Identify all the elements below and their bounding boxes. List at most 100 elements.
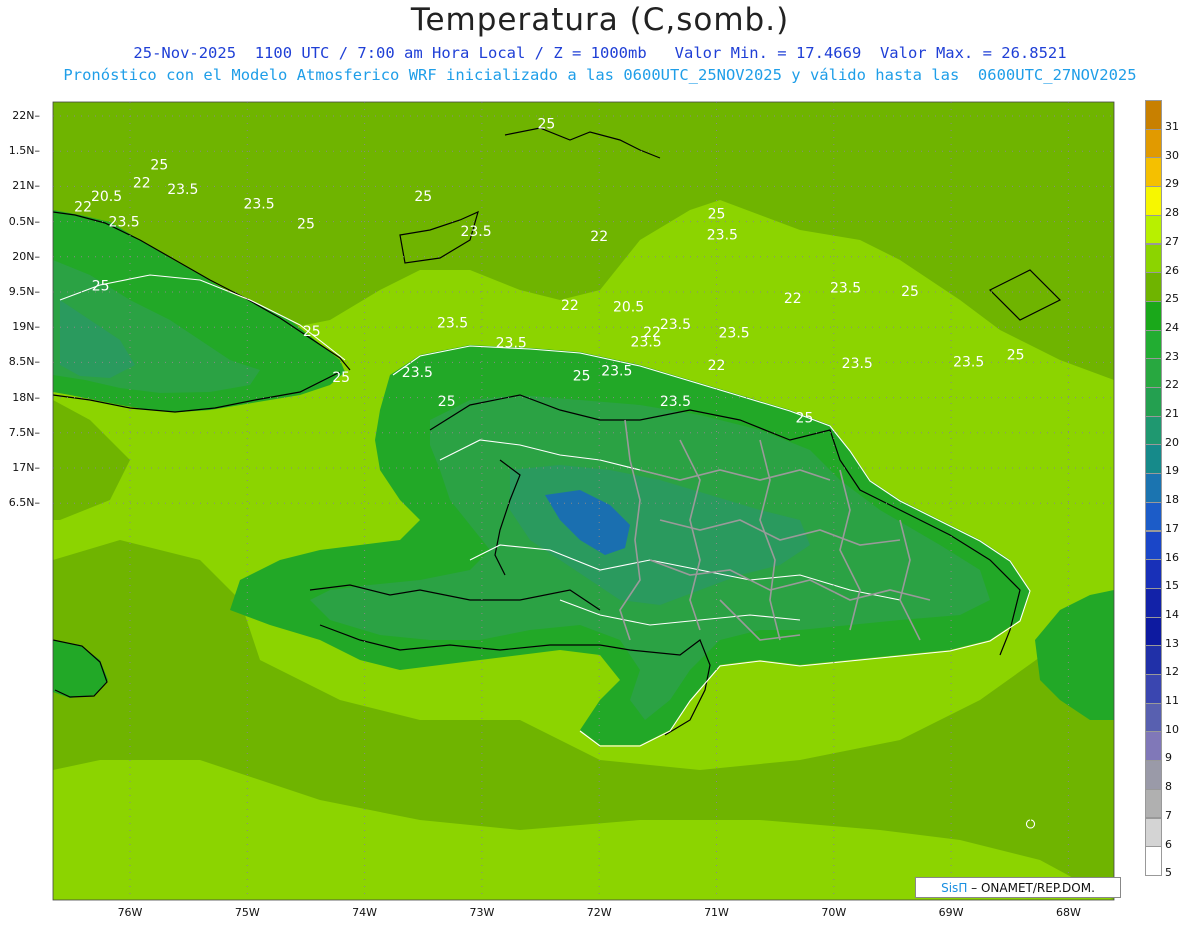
colorbar-swatch xyxy=(1145,186,1162,216)
contour-label: 22 xyxy=(784,291,802,307)
contour-label: 23.5 xyxy=(707,228,738,244)
colorbar-swatch xyxy=(1145,702,1162,733)
contour-label: 25 xyxy=(538,116,556,132)
temperature-map: 252522 23.520.522 23.523.5 25252523.5 22 23.5… xyxy=(52,101,1115,901)
colorbar-swatch xyxy=(1145,473,1162,503)
contour-label: 25 xyxy=(796,411,814,427)
colorbar-label: 30 xyxy=(1165,148,1179,162)
contour-label: 25 xyxy=(708,207,726,223)
colorbar-swatch xyxy=(1145,501,1162,532)
contour-label: 23.5 xyxy=(402,365,433,381)
colorbar-swatch xyxy=(1145,415,1162,446)
contour-label: 23.5 xyxy=(953,354,984,370)
contour-label: 22 xyxy=(561,298,579,314)
credit-brand: SisΠ xyxy=(941,881,968,895)
credit-text: – ONAMET/REP.DOM. xyxy=(971,881,1095,895)
contour-label: 25 xyxy=(1007,347,1025,363)
contour-label: 25 xyxy=(92,278,110,294)
latitude-label: 19N– xyxy=(12,320,40,334)
colorbar-swatch xyxy=(1145,587,1162,618)
colorbar-swatch xyxy=(1145,100,1162,130)
contour-label: 23.5 xyxy=(460,224,491,240)
colorbar-label: 12 xyxy=(1165,665,1179,679)
colorbar-swatch xyxy=(1145,214,1162,245)
longitude-label: 73W xyxy=(469,906,495,919)
colorbar-label: 11 xyxy=(1165,694,1179,707)
colorbar-label: 16 xyxy=(1165,550,1179,564)
contour-label: 20.5 xyxy=(91,189,122,205)
colorbar-label: 25 xyxy=(1165,292,1179,306)
contour-label: 23.5 xyxy=(109,214,140,230)
colorbar-label: 29 xyxy=(1165,177,1179,191)
colorbar-swatch xyxy=(1145,530,1162,561)
colorbar-label: 21 xyxy=(1165,407,1179,420)
latitude-label: 21N– xyxy=(12,179,40,193)
latitude-label: 22N– xyxy=(12,109,40,122)
colorbar-label: 23 xyxy=(1165,349,1179,363)
colorbar-label: 31 xyxy=(1165,120,1179,133)
colorbar-label: 7 xyxy=(1165,808,1172,822)
contour-label: 25 xyxy=(901,284,919,300)
contour-label: 23.5 xyxy=(601,364,632,380)
colorbar-label: 20 xyxy=(1165,435,1179,449)
colorbar-label: 5 xyxy=(1165,866,1172,880)
colorbar-swatch xyxy=(1145,559,1162,589)
colorbar-label: 14 xyxy=(1165,607,1179,621)
colorbar-swatch xyxy=(1145,731,1162,762)
latitude-label: 6.5N– xyxy=(8,496,40,510)
contour-label: 22 xyxy=(74,200,92,216)
contour-label: 25 xyxy=(297,216,315,232)
latitude-label: 20N– xyxy=(12,249,40,263)
colorbar-swatch xyxy=(1145,760,1162,790)
colorbar-label: 26 xyxy=(1165,263,1179,277)
contour-label: 20.5 xyxy=(613,299,644,315)
colorbar-swatch xyxy=(1145,358,1162,388)
colorbar-swatch xyxy=(1145,616,1162,647)
colorbar-swatch xyxy=(1145,128,1162,159)
longitude-label: 72W xyxy=(586,906,612,919)
contour-label: 25 xyxy=(438,394,456,410)
contour-label: 23.5 xyxy=(830,280,861,296)
longitude-label: 76W xyxy=(117,906,143,919)
colorbar-label: 10 xyxy=(1165,722,1179,736)
colorbar-swatch xyxy=(1145,300,1162,331)
colorbar-label: 18 xyxy=(1165,493,1179,507)
latitude-label: 18N– xyxy=(12,390,40,404)
colorbar-swatch xyxy=(1145,674,1162,704)
longitude-label: 69W xyxy=(938,906,964,919)
contour-label: 23.5 xyxy=(842,356,873,372)
contour-label: 23.5 xyxy=(660,317,691,333)
colorbar-swatch xyxy=(1145,157,1162,188)
credit-box: SisΠ – ONAMET/REP.DOM. xyxy=(915,877,1121,898)
contour-label: 23.5 xyxy=(437,316,468,332)
contour-label: 23.5 xyxy=(167,182,198,198)
contour-label: 22 xyxy=(590,229,608,245)
colorbar-swatch xyxy=(1145,645,1162,675)
latitude-label: 1.5N– xyxy=(8,144,40,158)
longitude-label: 74W xyxy=(352,906,378,919)
colorbar-swatch xyxy=(1145,387,1162,417)
latitude-label: 0.5N– xyxy=(8,214,40,228)
contour-label: 25 xyxy=(303,324,321,340)
contour-label: 23.5 xyxy=(660,394,691,410)
colorbar-swatch xyxy=(1145,817,1162,848)
colorbar-label: 15 xyxy=(1165,579,1179,593)
latitude-label: 8.5N– xyxy=(8,355,40,369)
colorbar-label: 22 xyxy=(1165,378,1179,392)
longitude-label: 70W xyxy=(821,906,847,919)
contour-label: 23.5 xyxy=(243,197,274,213)
colorbar-swatch xyxy=(1145,272,1162,302)
contour-label: 22 xyxy=(133,176,151,192)
contour-label: 25 xyxy=(150,157,168,173)
colorbar-swatch xyxy=(1145,788,1162,819)
contour-label: 25 xyxy=(332,370,350,386)
contour-label: 23.5 xyxy=(631,335,662,351)
contour-label: 25 xyxy=(414,189,432,205)
colorbar-label: 17 xyxy=(1165,521,1179,535)
colorbar-label: 24 xyxy=(1165,320,1179,334)
colorbar-label: 13 xyxy=(1165,636,1179,650)
colorbar-label: 19 xyxy=(1165,464,1179,478)
longitude-label: 75W xyxy=(234,906,260,919)
longitude-label: 68W xyxy=(1055,906,1081,919)
colorbar-label: 6 xyxy=(1165,837,1172,851)
